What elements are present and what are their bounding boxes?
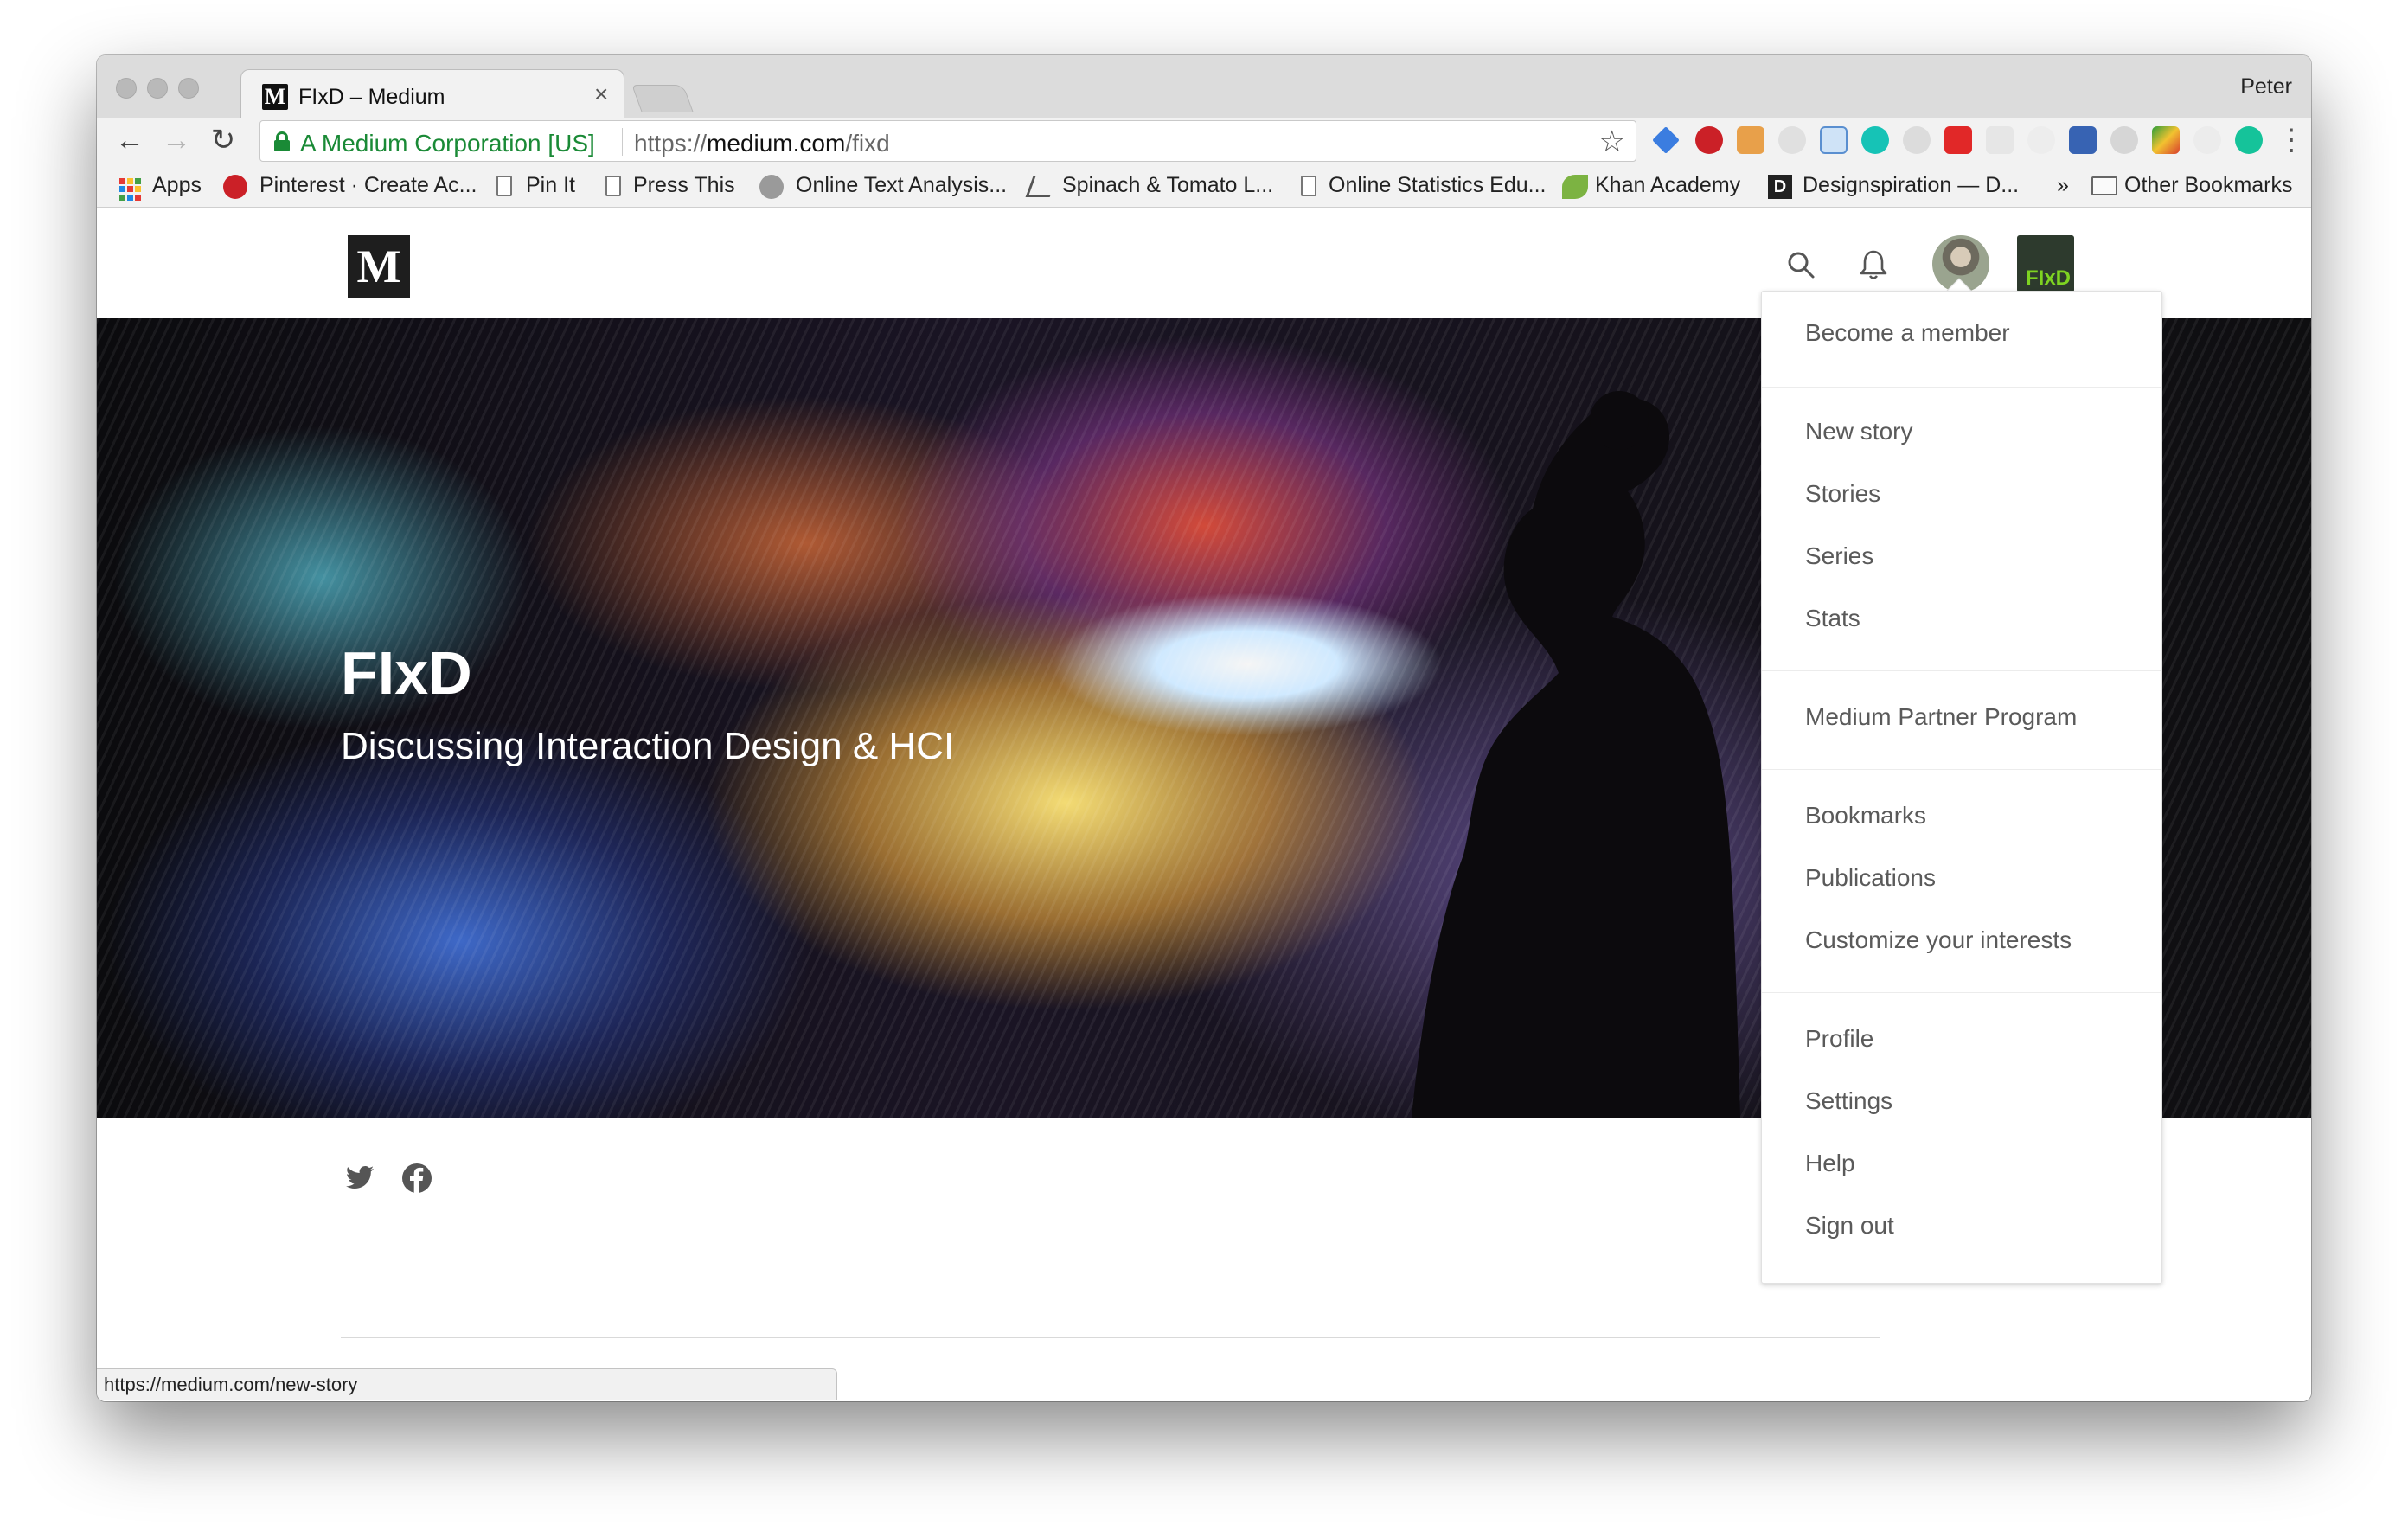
gear-icon[interactable] (1903, 126, 1931, 154)
menu-item-stories[interactable]: Stories (1805, 480, 1880, 508)
flipboard-icon[interactable] (1944, 126, 1972, 154)
back-button[interactable]: ← (112, 123, 147, 157)
doc-icon (605, 176, 621, 196)
doc-icon (1301, 176, 1316, 196)
bookmark-other-bookmarks[interactable]: Other Bookmarks (2124, 173, 2293, 198)
publication-badge-text: FIxD (2025, 266, 2071, 290)
skype-icon[interactable] (2110, 126, 2138, 154)
publication-tagline: Discussing Interaction Design & HCI (341, 725, 955, 767)
menu-item-series[interactable]: Series (1805, 542, 1873, 570)
browser-toolbar: ← → ↻ A Medium Corporation [US] https://… (97, 118, 2311, 164)
bookmark-star-icon[interactable]: ☆ (1599, 125, 1625, 159)
tab-strip: M FIxD – Medium × Peter (97, 55, 2311, 119)
menu-item-become-member[interactable]: Become a member (1805, 319, 2010, 347)
bookmark-khan-academy[interactable]: Khan Academy (1595, 173, 1740, 198)
bookmark-pin-it[interactable]: Pin It (526, 173, 575, 198)
bookmark-spinach-tomato[interactable]: Spinach & Tomato L... (1062, 173, 1273, 198)
designspiration-icon: D (1768, 175, 1792, 199)
menu-divider (1762, 769, 2161, 770)
doc-icon (496, 176, 512, 196)
grid-icon[interactable] (1986, 126, 2014, 154)
user-menu-dropdown: Become a member New story Stories Series… (1761, 291, 2162, 1284)
tab-title: FIxD – Medium (298, 85, 445, 109)
bookmarks-overflow-chevron[interactable]: » (2057, 173, 2069, 198)
pin-it-icon[interactable] (1737, 126, 1764, 154)
menu-item-publications[interactable]: Publications (1805, 864, 1936, 892)
address-bar[interactable]: A Medium Corporation [US] https://medium… (259, 120, 1636, 162)
folder-icon (2091, 176, 2117, 195)
minimize-window-button[interactable] (147, 78, 168, 99)
facebook-icon[interactable] (400, 1161, 434, 1195)
menu-item-customize-interests[interactable]: Customize your interests (1805, 926, 2072, 954)
menu-divider (1762, 992, 2161, 993)
content-divider (341, 1337, 1880, 1338)
bookmark-press-this[interactable]: Press This (633, 173, 735, 198)
circle-icon[interactable] (2193, 126, 2221, 154)
woman-silhouette-image (1412, 391, 1740, 1118)
menu-item-bookmarks[interactable]: Bookmarks (1805, 802, 1926, 830)
bookmark-apps[interactable]: Apps (152, 173, 202, 198)
mendeley-icon[interactable] (1861, 126, 1889, 154)
link-status-bar: https://medium.com/new-story (97, 1368, 837, 1400)
menu-item-new-story[interactable]: New story (1805, 418, 1912, 445)
bookmark-online-statistics[interactable]: Online Statistics Edu... (1329, 173, 1547, 198)
graduation-icon[interactable] (1652, 126, 1680, 154)
menu-divider (1762, 387, 2161, 388)
secure-origin-label[interactable]: A Medium Corporation [US] (300, 130, 595, 157)
bookmarks-bar: Apps Pinterest · Create Ac... Pin It Pre… (97, 164, 2311, 208)
status-url: https://medium.com/new-story (104, 1374, 358, 1395)
menu-item-settings[interactable]: Settings (1805, 1087, 1892, 1115)
twitter-icon[interactable] (343, 1161, 377, 1195)
url-path: /fixd (845, 130, 890, 157)
tab-close-icon[interactable]: × (594, 80, 608, 108)
publication-title: FIxD (341, 639, 472, 707)
gear-icon (759, 175, 784, 199)
publication-avatar[interactable]: FIxD (2017, 235, 2074, 292)
lock-icon[interactable] (274, 131, 290, 151)
apps-grid-icon (119, 178, 141, 201)
leaf-icon (1562, 175, 1588, 199)
link-icon[interactable] (1778, 126, 1806, 154)
menu-item-sign-out[interactable]: Sign out (1805, 1212, 1894, 1240)
recipe-icon (1025, 176, 1058, 197)
notifications-bell-icon[interactable] (1856, 247, 1891, 282)
search-icon[interactable] (1784, 247, 1818, 282)
menu-item-partner-program[interactable]: Medium Partner Program (1805, 703, 2077, 731)
colorful-icon[interactable] (2152, 126, 2180, 154)
reload-button[interactable]: ↻ (206, 123, 240, 157)
menu-item-stats[interactable]: Stats (1805, 605, 1860, 632)
menu-divider (1762, 670, 2161, 671)
forward-button[interactable]: → (159, 123, 194, 157)
pinterest-icon (223, 175, 247, 199)
pinterest-icon[interactable] (1695, 126, 1723, 154)
menu-item-profile[interactable]: Profile (1805, 1025, 1873, 1053)
bookmark-online-text-analysis[interactable]: Online Text Analysis... (796, 173, 1007, 198)
medium-logo[interactable]: M (348, 235, 410, 298)
zotero-icon[interactable] (2069, 126, 2097, 154)
omnibox-divider (622, 128, 623, 156)
url-text[interactable]: https://medium.com/fixd (634, 130, 890, 157)
url-scheme: https:// (634, 130, 708, 157)
menu-item-help[interactable]: Help (1805, 1150, 1855, 1177)
browser-tab[interactable]: M FIxD – Medium × (240, 69, 624, 119)
bookmark-designspiration[interactable]: Designspiration — D... (1803, 173, 2019, 198)
profile-name[interactable]: Peter (2240, 74, 2292, 99)
medium-favicon-icon: M (262, 84, 288, 110)
snowflake-icon[interactable] (2027, 126, 2055, 154)
browser-menu-icon[interactable]: ⋮ (2277, 123, 2306, 157)
bookmark-pinterest[interactable]: Pinterest · Create Ac... (259, 173, 477, 198)
browser-window: M FIxD – Medium × Peter ← → ↻ A Medium C… (97, 55, 2311, 1401)
zoom-window-button[interactable] (178, 78, 199, 99)
url-host: medium.com (707, 130, 846, 157)
new-tab-button[interactable] (631, 85, 694, 112)
doc-icon[interactable] (1820, 126, 1848, 154)
close-window-button[interactable] (116, 78, 137, 99)
grammarly-icon[interactable] (2235, 126, 2263, 154)
